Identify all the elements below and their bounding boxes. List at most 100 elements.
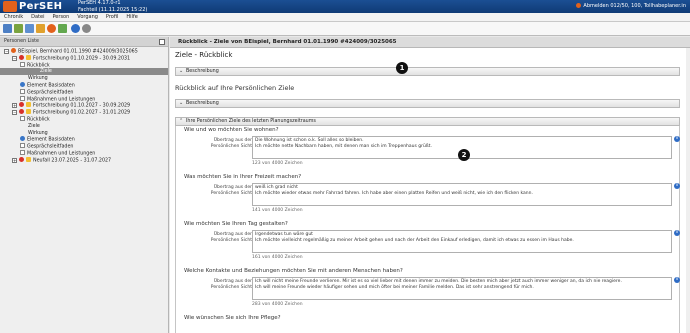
- tree-item-label: Gesprächsleitfaden: [27, 90, 74, 96]
- tree-item-label: Fortschreibung 01.10.2029 - 30.09.2031: [33, 56, 131, 62]
- status-icon: [19, 109, 24, 115]
- status-icon: [19, 102, 24, 108]
- question-label: Wie und wo möchten Sie wohnen?: [184, 127, 279, 133]
- sidebar: Personen Liste − BEispiel, Bernhard 01.01…: [0, 37, 169, 333]
- character-counter: 161 von 4000 Zeichen: [252, 255, 303, 260]
- answer-textarea[interactable]: Ich will nicht meine Freunde verlieren. …: [252, 277, 672, 300]
- user-icon: [576, 3, 582, 8]
- tree-item-label: Rückblick: [27, 63, 50, 69]
- section-label: Beschreibung: [186, 101, 219, 106]
- document-icon: [20, 88, 25, 94]
- sidebar-title: Personen Liste: [4, 39, 39, 44]
- main-scrollbar[interactable]: [686, 48, 690, 333]
- chevron-up-icon: ⌃: [179, 118, 184, 124]
- folder-icon: [26, 102, 31, 108]
- annotation-marker-2: 2: [458, 149, 470, 161]
- sidebar-collapse-button[interactable]: [159, 39, 165, 45]
- document-icon: [20, 143, 25, 149]
- chevron-down-icon: ⌄: [179, 68, 184, 74]
- menu-person[interactable]: Person: [48, 13, 73, 22]
- section-label: Beschreibung: [186, 69, 219, 74]
- tree-item-label: BEispiel, Bernhard 01.01.1990 #424009/30…: [18, 49, 138, 55]
- annotation-marker-1: 1: [396, 62, 408, 74]
- info-icon[interactable]: [71, 24, 80, 33]
- question-label: Wie möchten Sie Ihren Tag gestalten?: [184, 221, 288, 227]
- logout-link[interactable]: Abmelden 012/50, 100, Tollhabeplaner.in: [576, 2, 686, 10]
- expand-icon[interactable]: +: [12, 157, 17, 163]
- document-icon: [20, 95, 25, 101]
- element-icon: [20, 82, 25, 87]
- tree-item-label: Fortschreibung 01.02.2027 - 31.01.2029: [33, 110, 131, 116]
- document-icon: [20, 61, 25, 67]
- collapse-icon[interactable]: −: [4, 49, 9, 54]
- version-info: PerSEH 4.17.0-r1 Fachteil (11.11.2025 15…: [78, 0, 147, 13]
- sidebar-header: Personen Liste: [0, 37, 168, 47]
- tree-item-label: Neufall 23.07.2025 - 31.07.2027: [33, 158, 112, 164]
- answer-textarea[interactable]: weiß ich grad nicht Ich möchte wieder et…: [252, 183, 672, 206]
- tree-item-label: Ziele: [28, 123, 40, 129]
- refresh-icon[interactable]: [25, 24, 34, 33]
- tree-item-label: Element Basisdaten: [27, 137, 75, 143]
- tree-item-label: Fortschreibung 01.10.2027 - 30.09.2029: [33, 103, 131, 109]
- section-persoenliche-ziele[interactable]: ⌃ Ihre Persönlichen Ziele des letzten Pla…: [175, 117, 680, 126]
- answer-textarea[interactable]: Irgendetwas tun wäre gut Ich möchte viel…: [252, 230, 672, 253]
- character-counter: 123 von 4000 Zeichen: [252, 161, 303, 166]
- folder-icon: [26, 54, 31, 60]
- character-counter: 283 von 4000 Zeichen: [252, 302, 303, 307]
- main-content: Rückblick - Ziele von BEispiel, Bernhard…: [170, 37, 690, 333]
- question-label: Welche Kontakte und Beziehungen möchten …: [184, 268, 403, 274]
- collapse-icon[interactable]: −: [12, 55, 17, 61]
- character-counter: 141 von 4000 Zeichen: [252, 208, 303, 213]
- menu-hilfe[interactable]: Hilfe: [122, 13, 141, 22]
- status-icon: [19, 156, 24, 162]
- section-beschreibung-2[interactable]: ⌄ Beschreibung: [175, 99, 680, 108]
- chevron-down-icon: ⌄: [179, 100, 184, 106]
- tree-item-label: Ziele: [40, 69, 52, 75]
- tree-item[interactable]: + Neufall 23.07.2025 - 31.07.2027: [12, 156, 112, 164]
- menu-profil[interactable]: Profil: [102, 13, 122, 22]
- breadcrumb-text: Rückblick - Ziele von BEispiel, Bernhard…: [178, 39, 397, 45]
- user-info-text: Abmelden 012/50, 100, Tollhabeplaner.in: [583, 3, 686, 9]
- element-icon: [20, 136, 25, 142]
- person-icon: [11, 48, 16, 53]
- menu-vorgang[interactable]: Vorgang: [73, 13, 102, 22]
- field-label: Übertrag aus der Persönlichen Sicht: [210, 138, 252, 149]
- tree-item-label: Maßnahmen und Leistungen: [27, 97, 96, 103]
- status-icon: [19, 54, 24, 60]
- document-icon: [20, 150, 25, 155]
- tree-item-label: Wirkung: [28, 76, 48, 82]
- info-icon[interactable]: i: [674, 277, 680, 283]
- tree-item-label: Wirkung: [28, 130, 48, 136]
- folder-icon: [26, 156, 31, 162]
- add-icon[interactable]: [58, 24, 67, 33]
- page-title: Ziele - Rückblick: [175, 51, 233, 59]
- info-icon[interactable]: i: [674, 183, 680, 189]
- menu-datei[interactable]: Datei: [27, 13, 48, 22]
- new-icon[interactable]: [3, 24, 12, 33]
- section-label: Ihre Persönlichen Ziele des letzten Plan…: [186, 119, 316, 124]
- settings-icon[interactable]: [82, 24, 91, 33]
- field-label: Übertrag aus der Persönlichen Sicht: [210, 232, 252, 243]
- breadcrumb: Rückblick - Ziele von BEispiel, Bernhard…: [170, 37, 690, 48]
- info-icon[interactable]: i: [674, 230, 680, 236]
- info-icon[interactable]: i: [674, 136, 680, 142]
- goals-panel: ⌃ Ihre Persönlichen Ziele des letzten Pla…: [175, 117, 680, 333]
- save-icon[interactable]: [14, 24, 23, 33]
- menu-chronik[interactable]: Chronik: [0, 13, 27, 22]
- tree-item-label: Maßnahmen und Leistungen: [27, 151, 96, 157]
- toolbar: [0, 22, 690, 36]
- tree-item-label: Element Basisdaten: [27, 83, 75, 89]
- person-icon[interactable]: [47, 24, 56, 33]
- folder-icon: [26, 109, 31, 115]
- field-label: Übertrag aus der Persönlichen Sicht: [210, 185, 252, 196]
- question-label: Wie wünschen Sie sich Ihre Pflege?: [184, 315, 281, 321]
- tree-item[interactable]: Ziele: [0, 68, 168, 76]
- section-beschreibung-1[interactable]: ⌄ Beschreibung: [175, 67, 680, 76]
- collapse-icon[interactable]: −: [12, 110, 17, 116]
- expand-icon[interactable]: +: [12, 103, 17, 109]
- field-label: Übertrag aus der Persönlichen Sicht: [210, 279, 252, 290]
- document-icon: [20, 116, 25, 121]
- app-logo-icon: [3, 1, 17, 12]
- folder-icon[interactable]: [36, 24, 45, 33]
- menu-bar: Chronik Datei Person Vorgang Profil Hilfe: [0, 13, 690, 22]
